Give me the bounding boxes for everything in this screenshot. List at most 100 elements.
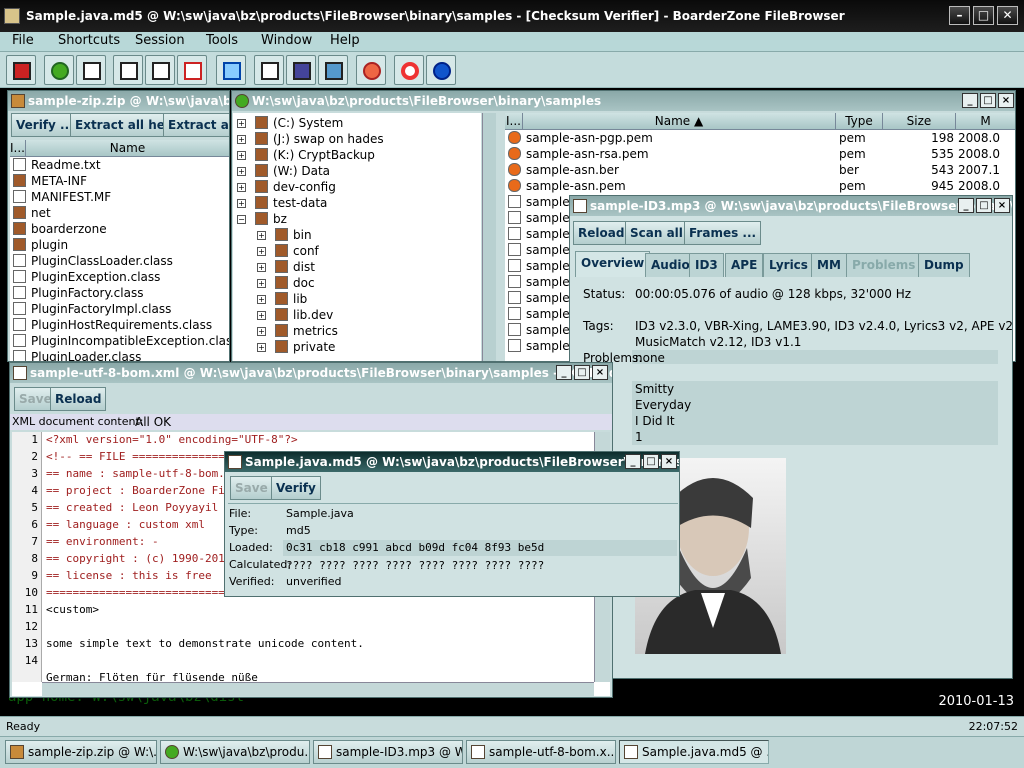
tree-node[interactable]: + conf [257, 243, 319, 259]
tab-dump[interactable]: Dump [918, 253, 970, 277]
tree-node[interactable]: + lib [257, 291, 307, 307]
expand-icon[interactable]: + [257, 231, 266, 240]
file-row[interactable]: sample-asn.pem pem 945 2008.0 [505, 178, 1015, 194]
md5-maximize-button[interactable]: □ [643, 454, 659, 469]
expand-icon[interactable]: + [237, 183, 246, 192]
browser-maximize-button[interactable]: □ [980, 93, 996, 108]
tree-node[interactable]: + (K:) CryptBackup [237, 147, 375, 163]
id3-reload-button[interactable]: Reload [573, 221, 630, 245]
xml-horizontal-scrollbar[interactable] [42, 682, 594, 696]
collapse-icon[interactable]: − [237, 215, 246, 224]
app-titlebar[interactable]: Sample.java.md5 @ W:\sw\java\bz\products… [0, 0, 1024, 32]
expand-icon[interactable]: + [257, 263, 266, 272]
tree-scrollbar[interactable] [482, 113, 496, 361]
close-button[interactable]: ✕ [997, 6, 1018, 25]
list-item[interactable]: boarderzone [10, 221, 107, 237]
column-header-name[interactable]: Name [26, 140, 229, 157]
list-item[interactable]: MANIFEST.MF [10, 189, 111, 205]
file-row[interactable]: sample [505, 306, 570, 322]
edit-list-icon[interactable] [254, 55, 284, 85]
xml-minimize-button[interactable]: _ [556, 365, 572, 380]
palette-icon[interactable] [286, 55, 316, 85]
window-b-icon[interactable] [145, 55, 175, 85]
tab-id3[interactable]: ID3 [689, 253, 724, 277]
tab-ape[interactable]: APE [725, 253, 764, 277]
column-header-icon[interactable]: I... [505, 113, 523, 130]
tree-node[interactable]: + dist [257, 259, 315, 275]
file-row[interactable]: sample-asn-rsa.pem pem 535 2008.0 [505, 146, 1015, 162]
md5-save-button[interactable]: Save [230, 476, 273, 500]
xml-close-button[interactable]: × [592, 365, 608, 380]
browser-window-titlebar[interactable]: W:\sw\java\bz\products\FileBrowser\binar… [232, 91, 1015, 111]
browser-minimize-button[interactable]: _ [962, 93, 978, 108]
column-header-size[interactable]: Size [883, 113, 956, 130]
expand-icon[interactable]: + [257, 343, 266, 352]
list-item[interactable]: PluginException.class [10, 269, 160, 285]
window-c-icon[interactable] [177, 55, 207, 85]
expand-icon[interactable]: + [257, 311, 266, 320]
file-row[interactable]: sample [505, 194, 570, 210]
column-header-modified[interactable]: M [956, 113, 1015, 130]
id3-window-titlebar[interactable]: sample-ID3.mp3 @ W:\sw\java\bz\products\… [570, 196, 1012, 216]
tree-node[interactable]: + lib.dev [257, 307, 333, 323]
file-row[interactable]: sample [505, 274, 570, 290]
md5-verify-button[interactable]: Verify [271, 476, 321, 500]
column-header-name[interactable]: Name ▲ [523, 113, 836, 130]
tab-problems[interactable]: Problems [846, 253, 922, 277]
expand-icon[interactable]: + [237, 135, 246, 144]
column-header-type[interactable]: Type [836, 113, 883, 130]
expand-icon[interactable]: + [257, 247, 266, 256]
md5-minimize-button[interactable]: _ [625, 454, 641, 469]
md5-close-button[interactable]: × [661, 454, 677, 469]
file-row[interactable]: sample [505, 258, 570, 274]
tab-mm[interactable]: MM [811, 253, 847, 277]
xml-maximize-button[interactable]: □ [574, 365, 590, 380]
tree-node[interactable]: + doc [257, 275, 315, 291]
power-icon[interactable] [356, 55, 386, 85]
task-id3-window[interactable]: sample-ID3.mp3 @ W... [313, 740, 463, 764]
md5-window-titlebar[interactable]: Sample.java.md5 @ W:\sw\java\bz\products… [225, 452, 679, 472]
list-item[interactable]: PluginFactory.class [10, 285, 143, 301]
tree-node[interactable]: + (J:) swap on hades [237, 131, 384, 147]
file-row[interactable]: sample [505, 210, 570, 226]
expand-icon[interactable]: + [237, 167, 246, 176]
id3-minimize-button[interactable]: _ [958, 198, 974, 213]
zip-window-titlebar[interactable]: sample-zip.zip @ W:\sw\java\bz\pr [8, 91, 229, 111]
list-item[interactable]: PluginClassLoader.class [10, 253, 173, 269]
expand-icon[interactable]: + [237, 119, 246, 128]
list-item[interactable]: PluginLoader.class [10, 349, 141, 361]
info-box-icon[interactable] [318, 55, 348, 85]
tree-icon[interactable] [44, 55, 74, 85]
menu-shortcuts[interactable]: Shortcuts [58, 33, 120, 48]
xml-reload-button[interactable]: Reload [50, 387, 107, 411]
tab-lyrics[interactable]: Lyrics [763, 253, 814, 277]
browser-close-button[interactable]: × [998, 93, 1014, 108]
about-icon[interactable] [426, 55, 456, 85]
menu-session[interactable]: Session [135, 33, 185, 48]
file-row[interactable]: sample-asn-pgp.pem pem 198 2008.0 [505, 130, 1015, 146]
file-row[interactable]: sample-asn.ber ber 543 2007.1 [505, 162, 1015, 178]
expand-icon[interactable]: + [237, 199, 246, 208]
folder-tree[interactable]: + (C:) System + (J:) swap on hades + (K:) Cry… [233, 113, 481, 361]
frames-button[interactable]: Frames ... [684, 221, 762, 245]
minimize-button[interactable]: – [949, 6, 970, 25]
maximize-button[interactable]: □ [973, 6, 994, 25]
id3-close-button[interactable]: × [994, 198, 1010, 213]
expand-icon[interactable]: + [257, 327, 266, 336]
tree-node[interactable]: + metrics [257, 323, 338, 339]
menu-help[interactable]: Help [330, 33, 360, 48]
windows-icon[interactable] [76, 55, 106, 85]
menu-file[interactable]: File [12, 33, 34, 48]
xml-window-titlebar[interactable]: sample-utf-8-bom.xml @ W:\sw\java\bz\pro… [10, 363, 612, 383]
extract-all-to-button[interactable]: Extract all t [163, 113, 229, 137]
list-item[interactable]: PluginHostRequirements.class [10, 317, 212, 333]
lifebuoy-icon[interactable] [394, 55, 424, 85]
verify-button[interactable]: Verify ... [11, 113, 79, 137]
list-item[interactable]: net [10, 205, 51, 221]
id3-maximize-button[interactable]: □ [976, 198, 992, 213]
expand-icon[interactable]: + [237, 151, 246, 160]
expand-icon[interactable]: + [257, 295, 266, 304]
menu-window[interactable]: Window [261, 33, 312, 48]
list-item[interactable]: PluginIncompatibleException.class [10, 333, 229, 349]
tree-node[interactable]: − bz [237, 211, 287, 227]
